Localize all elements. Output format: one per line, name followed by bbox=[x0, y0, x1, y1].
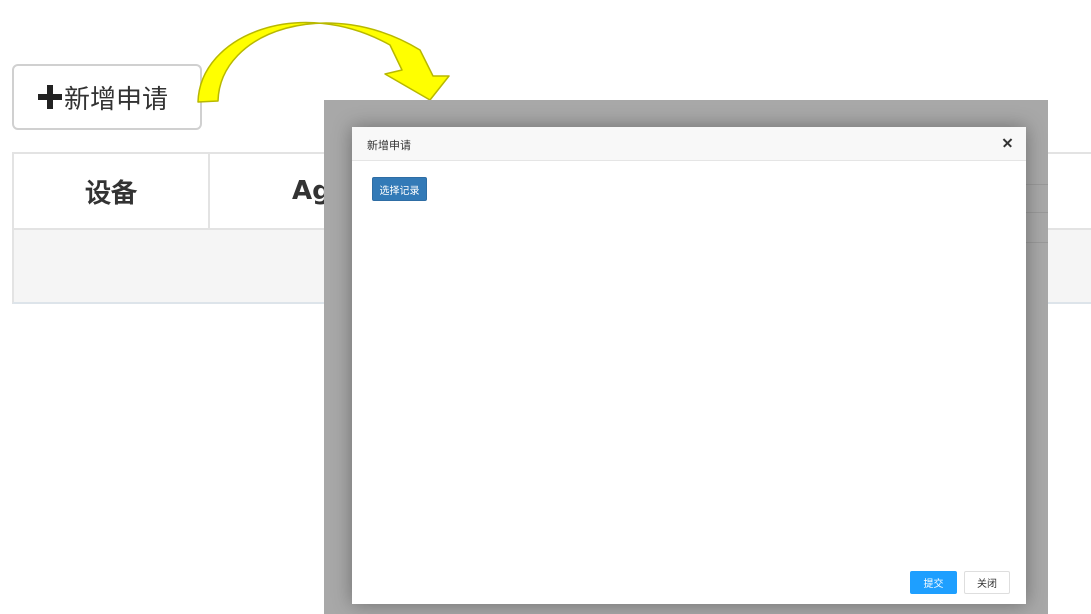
close-button[interactable]: 关闭 bbox=[964, 571, 1010, 594]
select-record-button[interactable]: 选择记录 bbox=[372, 177, 427, 201]
modal-header: 新增申请 bbox=[352, 127, 1026, 161]
table-header-device: 设备 bbox=[14, 154, 210, 228]
backdrop-line bbox=[1024, 184, 1048, 185]
table-header-ag: Ag bbox=[292, 176, 331, 206]
submit-button[interactable]: 提交 bbox=[910, 571, 957, 594]
add-application-modal: 新增申请 选择记录 提交 关闭 bbox=[352, 127, 1026, 604]
modal-title: 新增申请 bbox=[367, 139, 411, 152]
backdrop-line bbox=[1024, 242, 1048, 243]
plus-icon bbox=[38, 85, 62, 109]
close-icon[interactable] bbox=[1000, 135, 1016, 151]
backdrop-line bbox=[1024, 212, 1048, 213]
add-application-label: 新增申请 bbox=[64, 84, 169, 115]
add-application-button[interactable]: 新增申请 bbox=[12, 64, 202, 130]
